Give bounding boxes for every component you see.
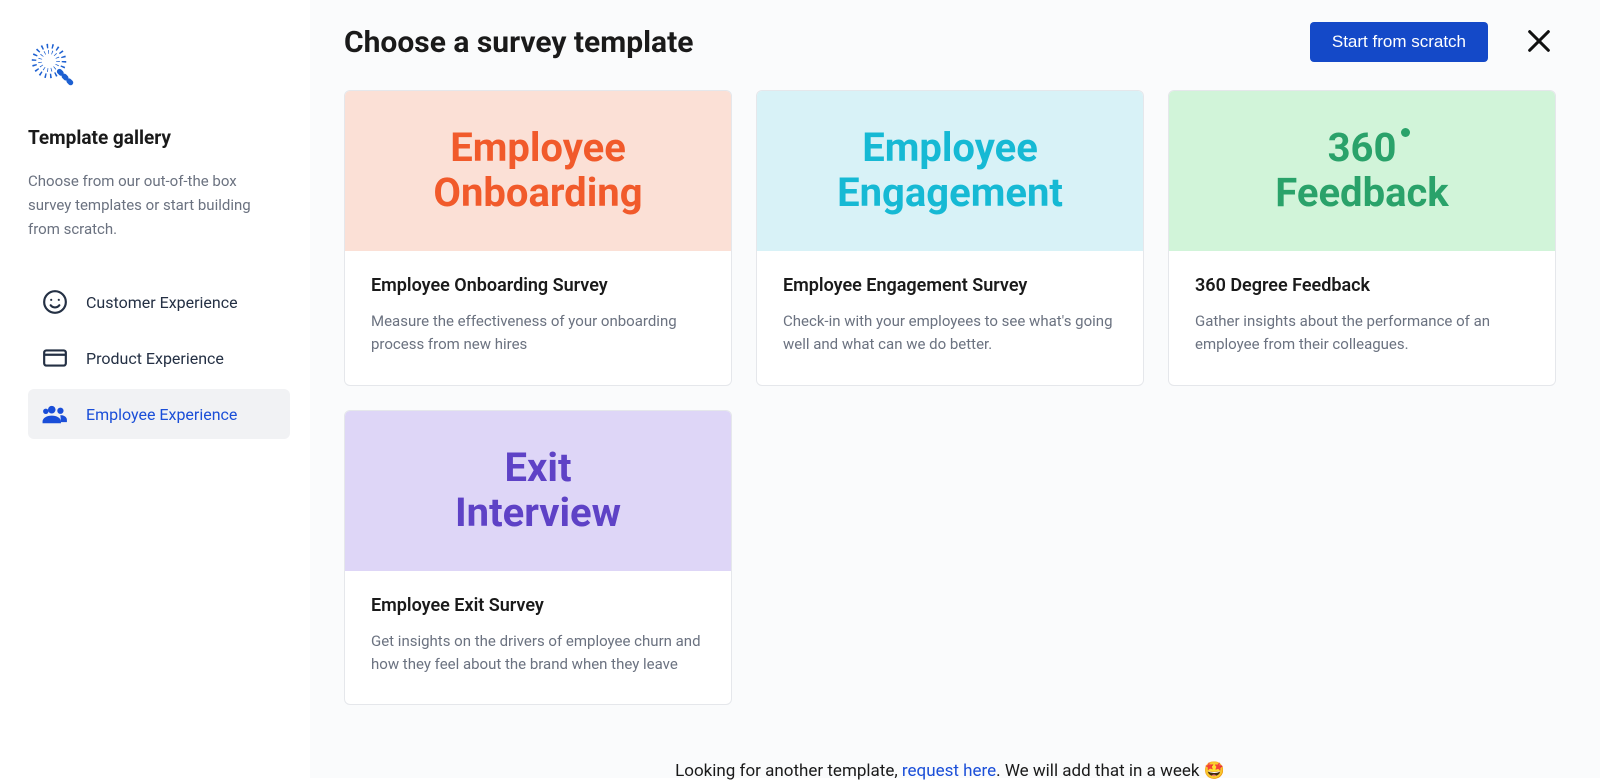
template-body: Employee Exit Survey Get insights on the … <box>345 571 731 705</box>
template-hero-line: Employee <box>450 124 626 171</box>
sidebar-nav: Customer Experience Product Experience <box>28 277 290 439</box>
sidebar-item-label: Product Experience <box>86 349 224 368</box>
template-hero-line: Engagement <box>837 169 1063 216</box>
template-grid: EmployeeOnboardingEmployee Onboarding Su… <box>344 90 1556 705</box>
template-body: 360 Degree Feedback Gather insights about… <box>1169 251 1555 385</box>
sidebar-title: Template gallery <box>28 126 290 149</box>
smiley-icon <box>42 289 68 315</box>
close-button[interactable] <box>1522 25 1556 59</box>
main-content: Choose a survey template Start from scra… <box>310 0 1600 778</box>
request-template-link[interactable]: request here <box>902 761 996 781</box>
people-icon <box>42 401 68 427</box>
template-card[interactable]: 360Feedback 360 Degree Feedback Gather ins… <box>1168 90 1556 386</box>
template-hero: EmployeeOnboarding <box>345 91 731 251</box>
main-header: Choose a survey template Start from scra… <box>344 22 1556 62</box>
close-icon <box>1525 27 1553 58</box>
sidebar: Template gallery Choose from our out-of-… <box>0 0 310 778</box>
template-card[interactable]: ExitInterview Employee Exit Survey Get ins… <box>344 410 732 706</box>
template-body: Employee Engagement Survey Check-in with … <box>757 251 1143 385</box>
template-title: 360 Degree Feedback <box>1195 275 1529 296</box>
template-card[interactable]: EmployeeEngagementEmployee Engagement Su… <box>756 90 1144 386</box>
template-description: Get insights on the drivers of employee … <box>371 630 705 677</box>
template-description: Check-in with your employees to see what… <box>783 310 1117 357</box>
footer-emoji: 🤩 <box>1204 761 1225 781</box>
sidebar-item-employee-experience[interactable]: Employee Experience <box>28 389 290 439</box>
template-hero: 360Feedback <box>1169 91 1555 251</box>
template-title: Employee Exit Survey <box>371 595 705 616</box>
template-body: Employee Onboarding Survey Measure the ef… <box>345 251 731 385</box>
template-hero-line: Onboarding <box>433 169 642 216</box>
template-hero-line: Feedback <box>1275 169 1448 216</box>
footer-text-prefix: Looking for another template, <box>675 761 902 781</box>
footer: Looking for another template, request he… <box>344 745 1556 781</box>
template-hero-line: Employee <box>862 124 1038 171</box>
template-card[interactable]: EmployeeOnboardingEmployee Onboarding Su… <box>344 90 732 386</box>
footer-text-suffix: . We will add that in a week <box>996 761 1204 781</box>
start-from-scratch-button[interactable]: Start from scratch <box>1310 22 1488 62</box>
sidebar-item-label: Employee Experience <box>86 405 237 424</box>
template-hero: EmployeeEngagement <box>757 91 1143 251</box>
template-hero-line: Interview <box>455 489 621 536</box>
page-title: Choose a survey template <box>344 25 1310 60</box>
template-title: Employee Onboarding Survey <box>371 275 705 296</box>
template-description: Measure the effectiveness of your onboar… <box>371 310 705 357</box>
template-hero-line: Exit <box>505 444 572 491</box>
template-title: Employee Engagement Survey <box>783 275 1117 296</box>
sidebar-item-customer-experience[interactable]: Customer Experience <box>28 277 290 327</box>
template-description: Gather insights about the performance of… <box>1195 310 1529 357</box>
sidebar-description: Choose from our out-of-the box survey te… <box>28 169 268 241</box>
template-hero-line: 360 <box>1328 126 1397 171</box>
sidebar-item-label: Customer Experience <box>86 293 238 312</box>
card-icon <box>42 345 68 371</box>
app-logo <box>28 40 76 88</box>
template-hero: ExitInterview <box>345 411 731 571</box>
sidebar-item-product-experience[interactable]: Product Experience <box>28 333 290 383</box>
